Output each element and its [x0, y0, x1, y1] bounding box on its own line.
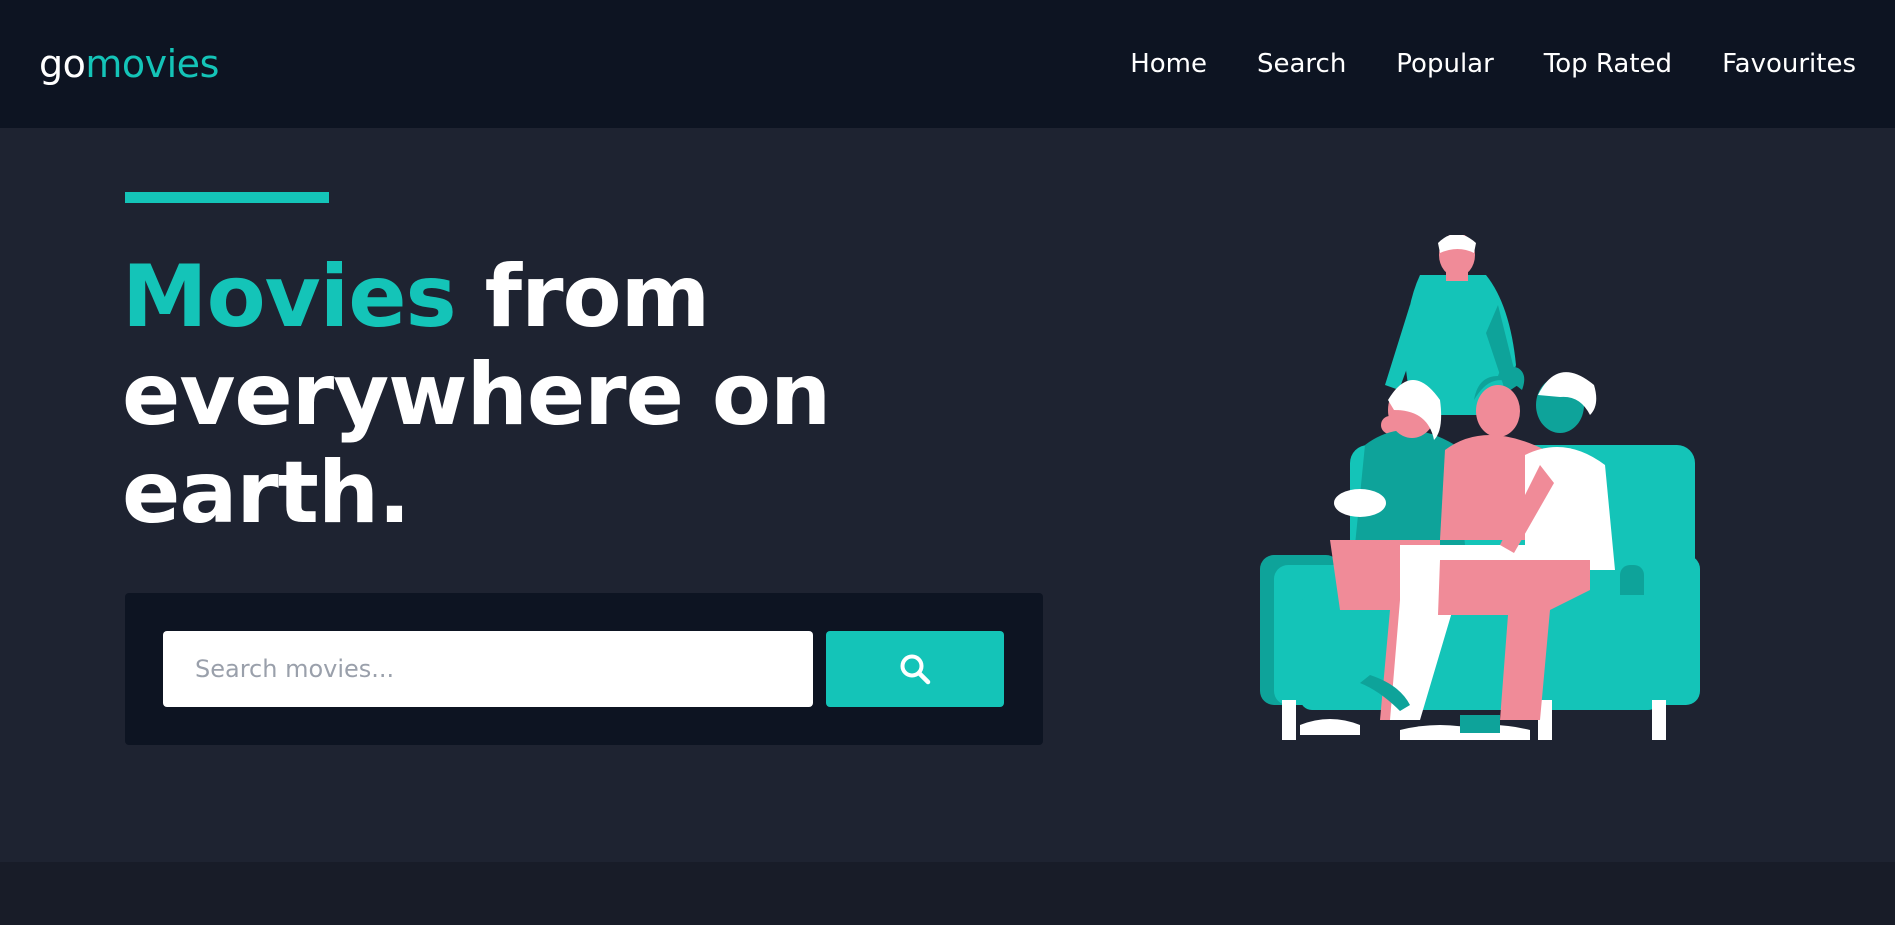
headline-line3: earth. — [122, 443, 411, 543]
search-button[interactable] — [826, 631, 1004, 707]
logo-accent: movies — [85, 42, 219, 86]
nav-home-link[interactable]: Home — [1130, 49, 1207, 79]
navbar: gomovies Home Search Popular Top Rated F… — [0, 0, 1895, 128]
headline-line1-rest: from — [455, 247, 711, 347]
family-watching-illustration — [1260, 235, 1700, 740]
footer-strip — [0, 862, 1895, 925]
hero-headline: Movies from everywhere on earth. — [122, 248, 942, 542]
search-panel — [125, 593, 1043, 745]
search-icon — [900, 654, 931, 685]
main-nav: Home Search Popular Top Rated Favourites — [1130, 49, 1856, 79]
headline-accent-word: Movies — [122, 247, 457, 347]
logo-prefix: go — [39, 42, 86, 86]
headline-accent-bar — [125, 192, 329, 203]
nav-search-link[interactable]: Search — [1257, 49, 1346, 79]
nav-top-rated-link[interactable]: Top Rated — [1544, 49, 1672, 79]
nav-favourites-link[interactable]: Favourites — [1722, 49, 1856, 79]
nav-popular-link[interactable]: Popular — [1396, 49, 1494, 79]
site-logo[interactable]: gomovies — [39, 42, 219, 86]
search-input[interactable] — [163, 631, 813, 707]
headline-line2: everywhere on — [122, 345, 831, 445]
